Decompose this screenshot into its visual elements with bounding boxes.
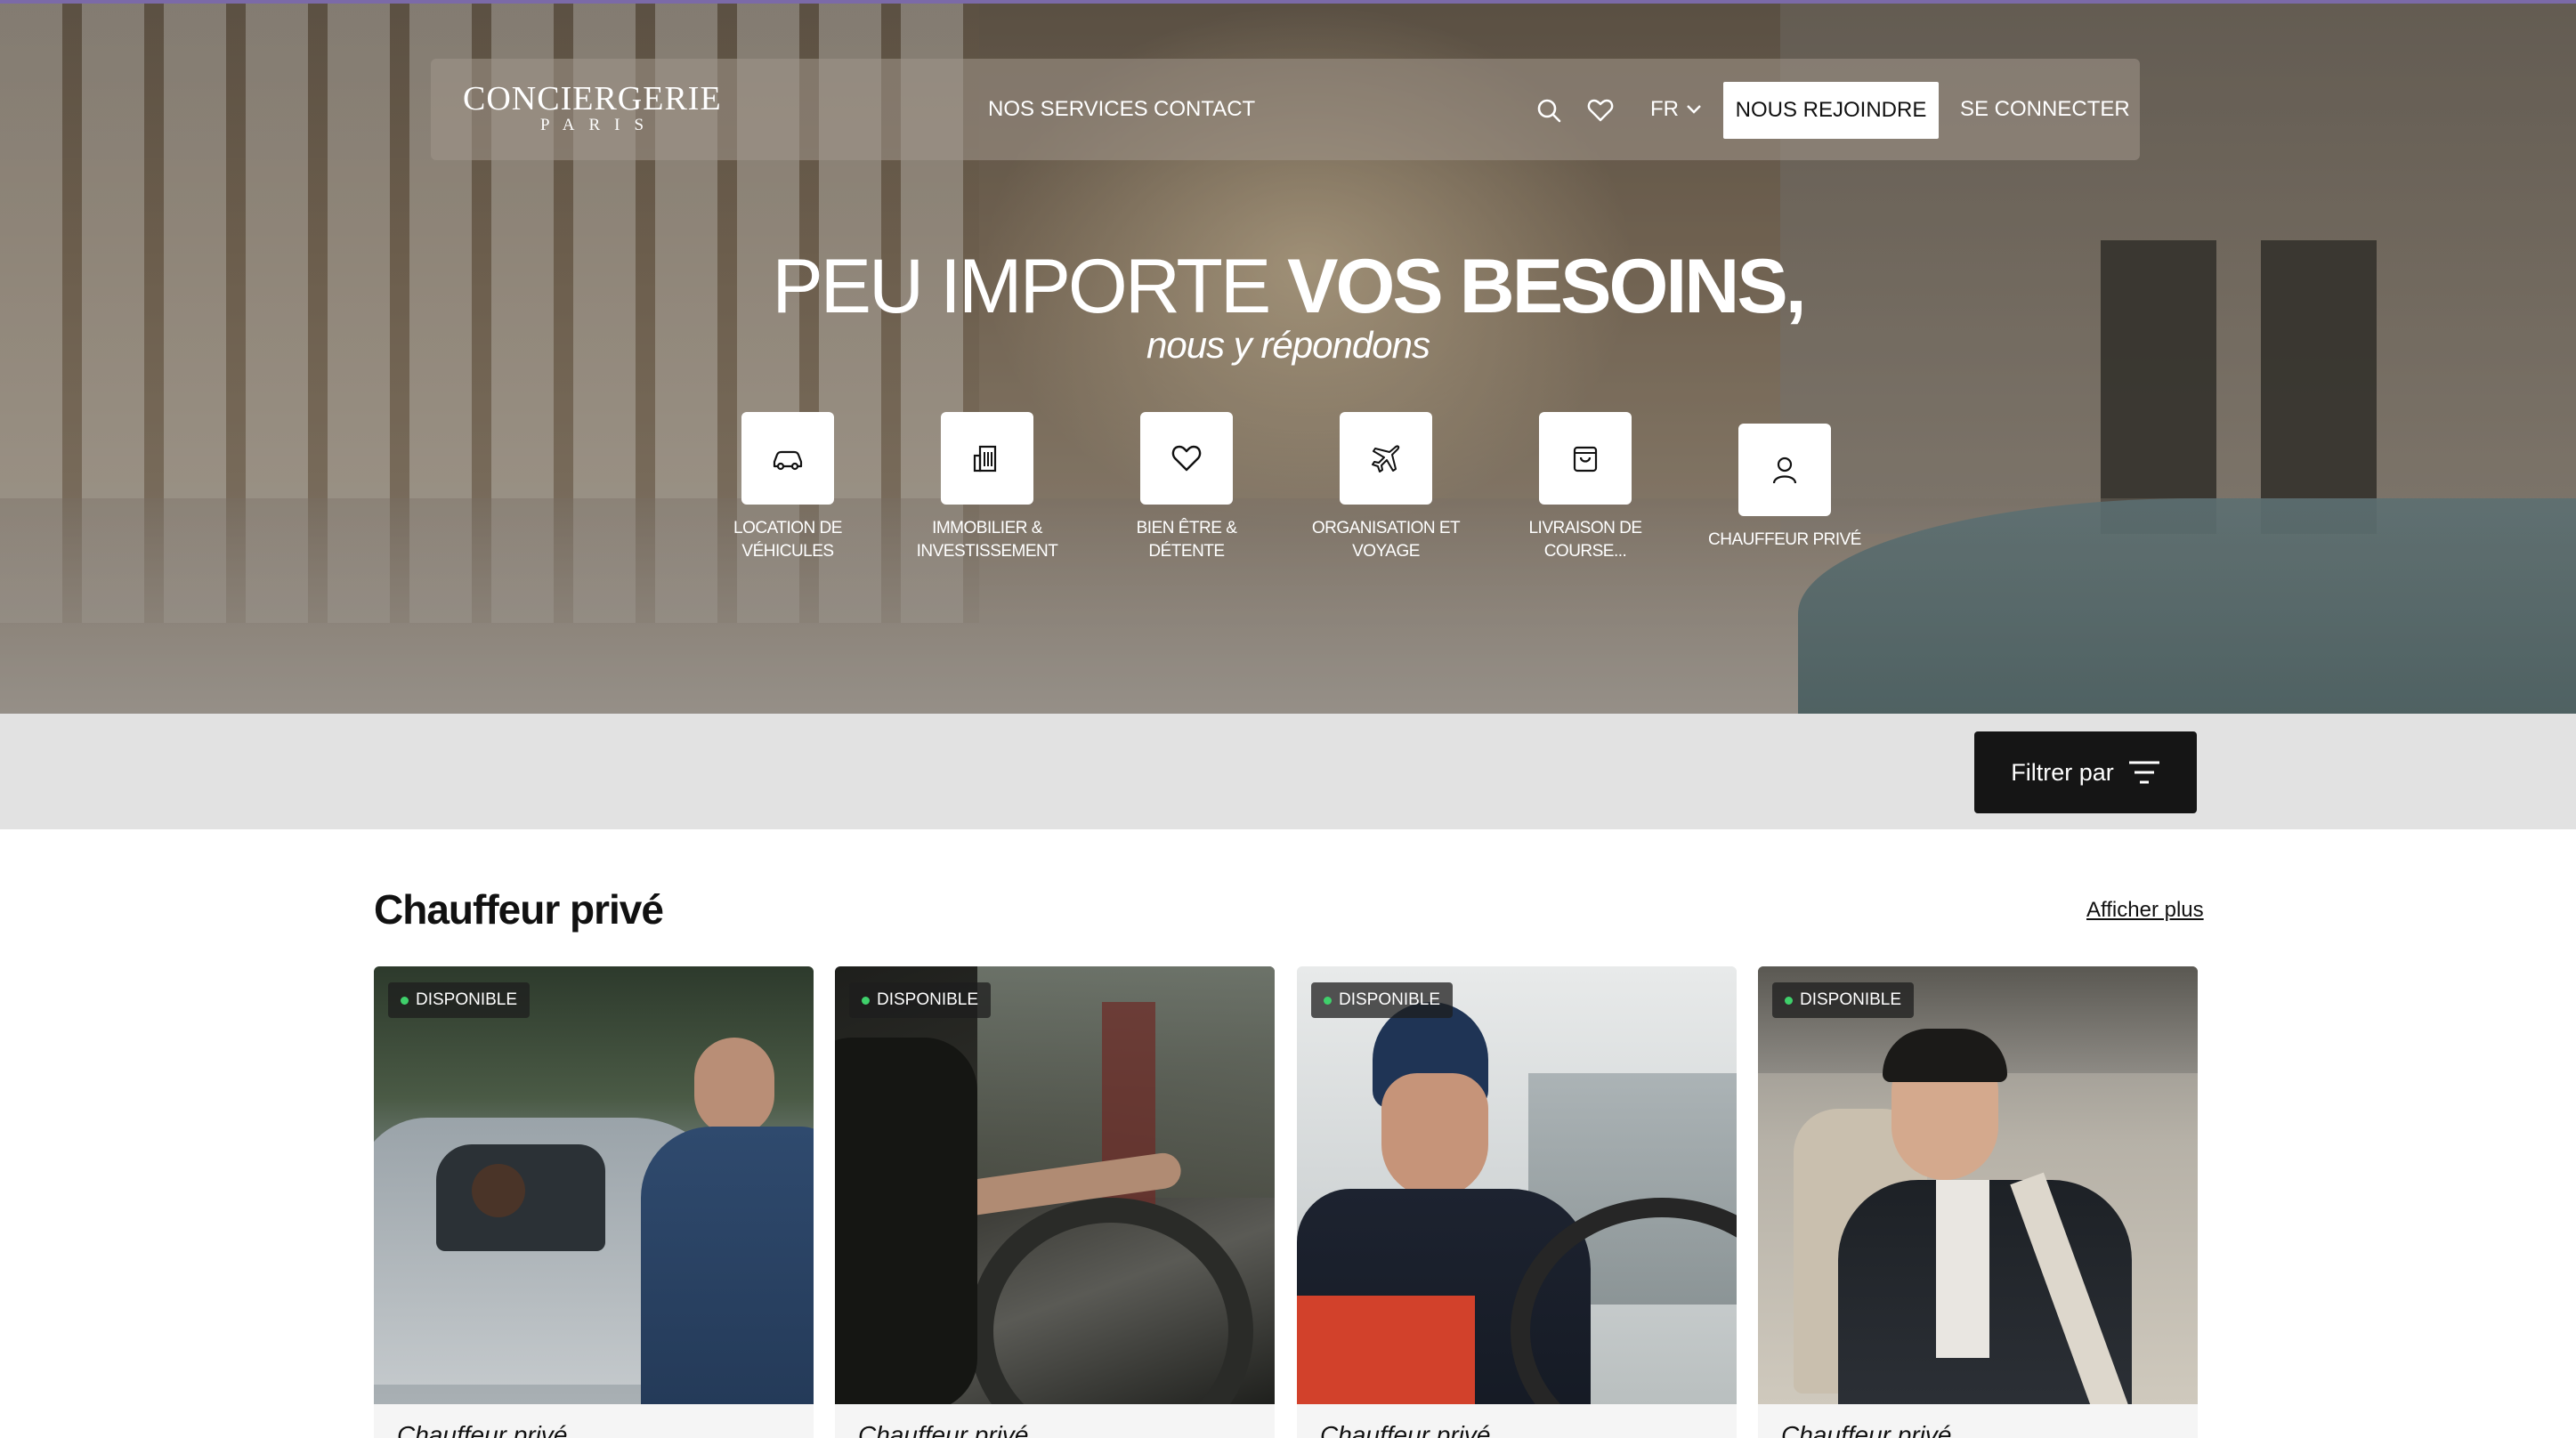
filter-bar: Filtrer par <box>0 714 2576 829</box>
status-dot <box>1324 996 1332 1005</box>
category-label: LOCATION DE VÉHICULES <box>699 517 877 563</box>
jacket-red-panel <box>1297 1296 1475 1404</box>
car-icon <box>773 450 803 471</box>
driver-card[interactable]: DISPONIBLE Chauffeur privé <box>835 966 1275 1438</box>
category-label-line2: INVESTISSEMENT <box>916 542 1058 561</box>
hero-headline-light: PEU IMPORTE <box>772 244 1288 329</box>
category-icon-box[interactable] <box>1738 424 1831 516</box>
driver-photo[interactable] <box>835 966 1275 1404</box>
category-icon-box[interactable] <box>1539 412 1632 505</box>
driver-photo[interactable] <box>1297 966 1737 1404</box>
availability-label: DISPONIBLE <box>877 990 979 1009</box>
category-delivery[interactable]: LIVRAISON DE COURSE... <box>1496 412 1674 563</box>
category-real-estate[interactable]: IMMOBILIER & INVESTISSEMENT <box>898 412 1076 563</box>
user-icon <box>1772 456 1797 484</box>
passenger-head <box>472 1164 525 1217</box>
availability-badge: DISPONIBLE <box>388 982 531 1018</box>
card-title: Chauffeur privé <box>397 1421 568 1438</box>
card-title: Chauffeur privé <box>1320 1421 1491 1438</box>
availability-label: DISPONIBLE <box>416 990 518 1009</box>
navbar: CONCIERGERIE PARIS NOS SERVICES CONTACT … <box>431 59 2140 160</box>
login-link[interactable]: SE CONNECTER <box>1960 96 2130 123</box>
driver-card[interactable]: DISPONIBLE Chauffeur privé <box>1297 966 1737 1438</box>
join-button[interactable]: NOUS REJOINDRE <box>1723 82 1939 139</box>
category-icon-box[interactable] <box>1340 412 1432 505</box>
card-title: Chauffeur privé <box>858 1421 1029 1438</box>
category-label: IMMOBILIER & INVESTISSEMENT <box>898 517 1076 563</box>
category-label-line1: LIVRAISON DE <box>1528 519 1642 537</box>
availability-badge: DISPONIBLE <box>849 982 992 1018</box>
category-label-line1: LOCATION DE <box>733 519 842 537</box>
availability-label: DISPONIBLE <box>1800 990 1902 1009</box>
category-label-line2: COURSE... <box>1543 542 1627 561</box>
filter-icon <box>2128 761 2159 784</box>
category-label: LIVRAISON DE COURSE... <box>1496 517 1674 563</box>
top-accent-line <box>0 0 2576 4</box>
nav-link-contact[interactable]: CONTACT <box>1154 96 1255 123</box>
category-icon-box[interactable] <box>941 412 1033 505</box>
availability-badge: DISPONIBLE <box>1772 982 1915 1018</box>
category-icon-box[interactable] <box>1140 412 1233 505</box>
driver-photo[interactable] <box>374 966 814 1404</box>
driver-card[interactable]: DISPONIBLE Chauffeur privé <box>374 966 814 1438</box>
driver-shoulder <box>835 1038 977 1404</box>
status-dot <box>1785 996 1793 1005</box>
chevron-down-icon <box>1687 105 1701 114</box>
category-vehicle-rental[interactable]: LOCATION DE VÉHICULES <box>699 412 877 563</box>
driver-head <box>694 1038 774 1135</box>
driver-hair <box>1883 1029 2007 1082</box>
category-label: CHAUFFEUR PRIVÉ <box>1696 529 1874 552</box>
language-label: FR <box>1650 97 1679 121</box>
category-label-line1: ORGANISATION ET <box>1311 519 1461 537</box>
category-label-line2: VÉHICULES <box>741 542 834 561</box>
brand-city: PARIS <box>539 116 659 134</box>
show-more-link[interactable]: Afficher plus <box>2086 897 2204 924</box>
hero-headline-bold: VOS BESOINS, <box>1287 244 1806 329</box>
category-label-line1: CHAUFFEUR PRIVÉ <box>1708 530 1861 549</box>
driver-suit <box>641 1127 814 1404</box>
category-travel[interactable]: ORGANISATION ET VOYAGE <box>1297 412 1475 563</box>
language-selector[interactable]: FR <box>1650 96 1702 123</box>
hero-subline: nous y répondons <box>1146 324 1430 366</box>
driver-photo[interactable] <box>1758 966 2198 1404</box>
brand-name: CONCIERGERIE <box>463 80 722 117</box>
category-label-line1: IMMOBILIER & <box>932 519 1042 537</box>
status-dot <box>401 996 409 1005</box>
availability-badge: DISPONIBLE <box>1311 982 1454 1018</box>
category-icon-box[interactable] <box>741 412 834 505</box>
nav-link-services[interactable]: NOS SERVICES <box>988 96 1148 123</box>
availability-label: DISPONIBLE <box>1339 990 1441 1009</box>
plane-icon <box>1372 445 1400 473</box>
driver-card[interactable]: DISPONIBLE Chauffeur privé <box>1758 966 2198 1438</box>
favorites-heart-icon[interactable] <box>1586 96 1615 125</box>
filter-button-label: Filtrer par <box>2011 758 2114 786</box>
category-label-line2: DÉTENTE <box>1148 542 1225 561</box>
category-label-line1: BIEN ÊTRE & <box>1136 519 1237 537</box>
category-private-driver[interactable]: CHAUFFEUR PRIVÉ <box>1696 424 1874 552</box>
heart-icon <box>1171 445 1202 472</box>
card-title: Chauffeur privé <box>1781 1421 1952 1438</box>
section-title: Chauffeur privé <box>374 886 664 933</box>
brand-logo[interactable]: CONCIERGERIE PARIS <box>463 82 721 135</box>
driver-face <box>1381 1073 1488 1198</box>
category-label-line2: VOYAGE <box>1352 542 1420 561</box>
hero-headline: PEU IMPORTE VOS BESOINS, <box>0 242 2576 331</box>
category-wellness[interactable]: BIEN ÊTRE & DÉTENTE <box>1098 412 1276 563</box>
status-dot <box>862 996 870 1005</box>
category-label: ORGANISATION ET VOYAGE <box>1297 517 1475 563</box>
filter-button[interactable]: Filtrer par <box>1974 731 2197 813</box>
shirt <box>1936 1180 1989 1358</box>
steering-wheel <box>968 1198 1253 1404</box>
hero-section: CONCIERGERIE PARIS NOS SERVICES CONTACT … <box>0 0 2576 714</box>
category-label: BIEN ÊTRE & DÉTENTE <box>1098 517 1276 563</box>
shopping-bag-icon <box>1573 446 1598 473</box>
search-icon[interactable] <box>1535 96 1563 125</box>
building-icon <box>973 445 997 473</box>
